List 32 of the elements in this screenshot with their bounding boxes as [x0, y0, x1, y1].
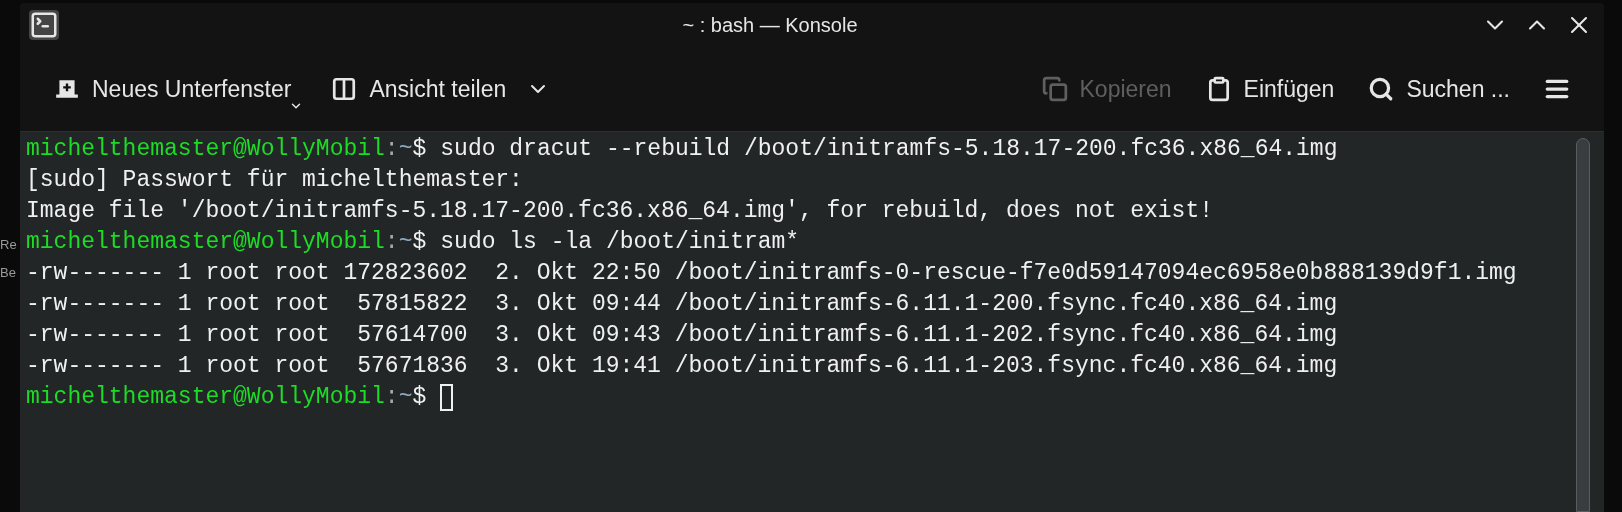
terminal-app-icon	[29, 10, 59, 40]
command-text: sudo ls -la /boot/initram*	[440, 228, 800, 258]
output-text: Image file '/boot/initramfs-5.18.17-200.fc36.x86_64.img', for rebuild, does not exist!	[26, 197, 1213, 227]
toolbar-button[interactable]: Neues Unterfenster	[42, 63, 304, 115]
scrollbar[interactable]	[1576, 138, 1590, 512]
prompt-user-host: michelthemaster@WollyMobil	[26, 135, 385, 165]
copy-icon	[1041, 76, 1068, 102]
output-text: [sudo] Passwort für michelthemaster:	[26, 166, 523, 196]
toolbar-button[interactable]: Ansicht teilen	[319, 63, 563, 115]
prompt-separator: :	[384, 383, 399, 413]
prompt-symbol: $	[412, 383, 427, 413]
background-text: Re	[0, 236, 18, 254]
prompt-symbol: $	[412, 228, 427, 258]
output-text: -rw------- 1 root root 57614700 3. Okt 09:43 /boot/initramfs-6.11.1-202.fsync.fc40.x86_64.img	[26, 321, 1338, 351]
split-view-icon	[331, 76, 358, 102]
prompt-path: ~	[398, 135, 413, 165]
prompt-separator: :	[384, 135, 399, 165]
output-text: -rw------- 1 root root 172823602 2. Okt 22:50 /boot/initramfs-0-rescue-f7e0d59147094ec6958e0b888139d9f1.img	[26, 259, 1517, 289]
background-text: Be	[0, 264, 17, 282]
output-text: -rw------- 1 root root 57815822 3. Okt 09:44 /boot/initramfs-6.11.1-200.fsync.fc40.x86_64.img	[26, 290, 1338, 320]
search-icon	[1368, 76, 1395, 102]
prompt-user-host: michelthemaster@WollyMobil	[26, 383, 385, 413]
toolbar-button[interactable]: Einfügen	[1193, 63, 1347, 115]
command-text: sudo dracut --rebuild /boot/initramfs-5.18.17-200.fc36.x86_64.img	[440, 135, 1338, 165]
output-text: -rw------- 1 root root 57671836 3. Okt 19:41 /boot/initramfs-6.11.1-203.fsync.fc40.x86_64.img	[26, 352, 1338, 382]
prompt-symbol: $	[412, 135, 427, 165]
prompt-path: ~	[398, 383, 413, 413]
window-title: ~ : bash — Konsole	[682, 13, 858, 38]
prompt-path: ~	[398, 228, 413, 258]
prompt-separator: :	[384, 228, 399, 258]
prompt-user-host: michelthemaster@WollyMobil	[26, 228, 385, 258]
toolbar-button[interactable]: Suchen ...	[1356, 63, 1522, 115]
